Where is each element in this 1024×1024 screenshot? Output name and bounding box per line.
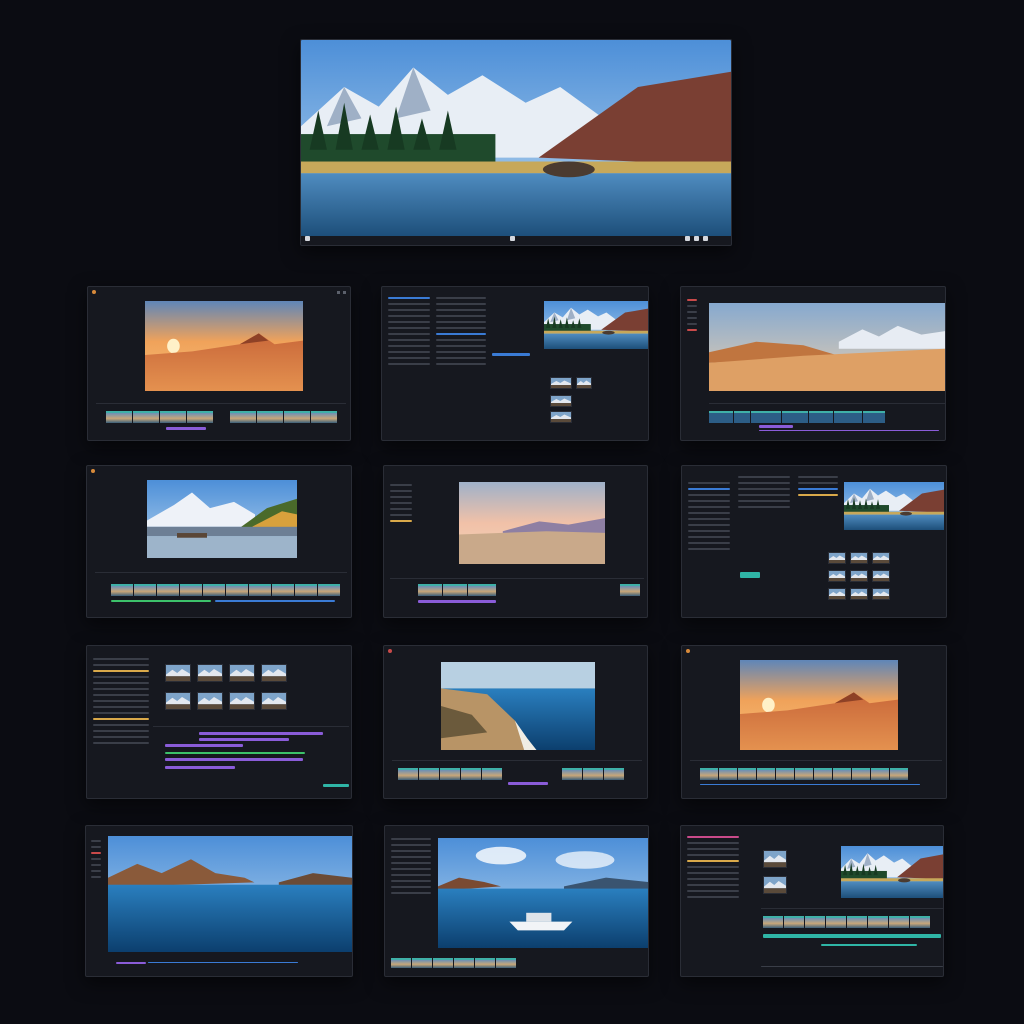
media-sidebar[interactable] (390, 484, 412, 526)
editor-window-pastel-desert (383, 465, 648, 618)
project-sidebar[interactable] (688, 482, 730, 554)
timeline-panel[interactable] (390, 578, 644, 614)
app-logo-icon (91, 469, 95, 473)
video-viewer[interactable] (108, 836, 352, 952)
media-thumbnail[interactable] (197, 664, 223, 682)
media-sidebar[interactable] (391, 838, 431, 898)
hero-video-viewer[interactable] (301, 40, 732, 236)
tool-sidebar[interactable] (91, 840, 101, 882)
media-thumbnail[interactable] (850, 570, 868, 582)
media-thumbnail[interactable] (229, 664, 255, 682)
media-thumbnail[interactable] (550, 411, 572, 423)
editor-window-mountain-river (86, 465, 352, 618)
window-titlebar (88, 287, 350, 297)
app-logo-icon (686, 649, 690, 653)
window-titlebar (87, 466, 351, 476)
editor-window-project-timeline (680, 825, 944, 977)
play-icon[interactable] (510, 235, 515, 241)
video-viewer[interactable] (544, 301, 648, 349)
media-thumbnail[interactable] (165, 692, 191, 710)
timeline-panel[interactable] (392, 760, 642, 796)
video-viewer[interactable] (709, 303, 945, 391)
editor-window-asset-library (681, 465, 947, 618)
properties-panel[interactable] (436, 297, 486, 369)
project-sidebar[interactable] (687, 836, 739, 902)
editor-window-thumbnail-grid (86, 645, 352, 799)
media-thumbnail[interactable] (550, 377, 572, 389)
video-viewer[interactable] (841, 846, 943, 898)
timeline-panel[interactable] (153, 726, 349, 796)
export-icon[interactable] (305, 235, 310, 241)
window-titlebar (682, 646, 946, 656)
timeline-panel[interactable] (95, 572, 347, 614)
editor-window-coastline (383, 645, 648, 799)
media-thumbnail[interactable] (229, 692, 255, 710)
video-viewer[interactable] (459, 482, 605, 564)
media-thumbnail[interactable] (763, 850, 787, 868)
timeline-panel[interactable] (690, 760, 942, 796)
editor-window-blue-lake (85, 825, 353, 977)
timeline-panel[interactable] (96, 403, 346, 437)
video-viewer[interactable] (145, 301, 303, 391)
media-thumbnail[interactable] (261, 664, 287, 682)
media-thumbnail[interactable] (261, 692, 287, 710)
hero-preview-window (300, 39, 732, 246)
app-logo-icon (388, 649, 392, 653)
editor-window-desert-sunset-2 (681, 645, 947, 799)
inspector-panel[interactable] (738, 476, 790, 512)
media-thumbnail[interactable] (550, 395, 572, 407)
video-viewer[interactable] (740, 660, 898, 750)
window-titlebar (384, 646, 647, 656)
timeline-panel[interactable] (761, 908, 943, 974)
effects-panel[interactable] (798, 476, 838, 500)
timeline-panel[interactable] (108, 958, 352, 974)
editor-window-desert-sunset (87, 286, 351, 441)
media-thumbnail[interactable] (850, 552, 868, 564)
media-thumbnail[interactable] (576, 377, 592, 389)
media-thumbnail[interactable] (763, 876, 787, 894)
media-thumbnail[interactable] (828, 552, 846, 564)
media-thumbnail[interactable] (872, 552, 890, 564)
media-sidebar[interactable] (388, 297, 430, 369)
editor-window-boat-lake (384, 825, 649, 977)
editor-window-media-browser (381, 286, 649, 441)
video-viewer[interactable] (441, 662, 595, 750)
video-viewer[interactable] (147, 480, 297, 558)
app-logo-icon (92, 290, 96, 294)
timeline-panel[interactable] (391, 956, 644, 974)
video-viewer[interactable] (844, 482, 944, 530)
fullscreen-icon[interactable] (703, 235, 708, 241)
media-thumbnail[interactable] (828, 588, 846, 600)
settings-icon[interactable] (685, 235, 690, 241)
video-viewer[interactable] (438, 838, 648, 948)
tool-sidebar[interactable] (687, 299, 697, 335)
media-thumbnail[interactable] (850, 588, 868, 600)
media-sidebar[interactable] (93, 658, 149, 748)
media-thumbnail[interactable] (872, 570, 890, 582)
timeline-panel[interactable] (709, 403, 945, 437)
more-icon[interactable] (694, 235, 699, 241)
media-thumbnail[interactable] (872, 588, 890, 600)
media-thumbnail[interactable] (828, 570, 846, 582)
media-thumbnail[interactable] (197, 692, 223, 710)
editor-window-desert-dunes (680, 286, 946, 441)
hero-controls (301, 234, 731, 242)
media-thumbnail[interactable] (165, 664, 191, 682)
